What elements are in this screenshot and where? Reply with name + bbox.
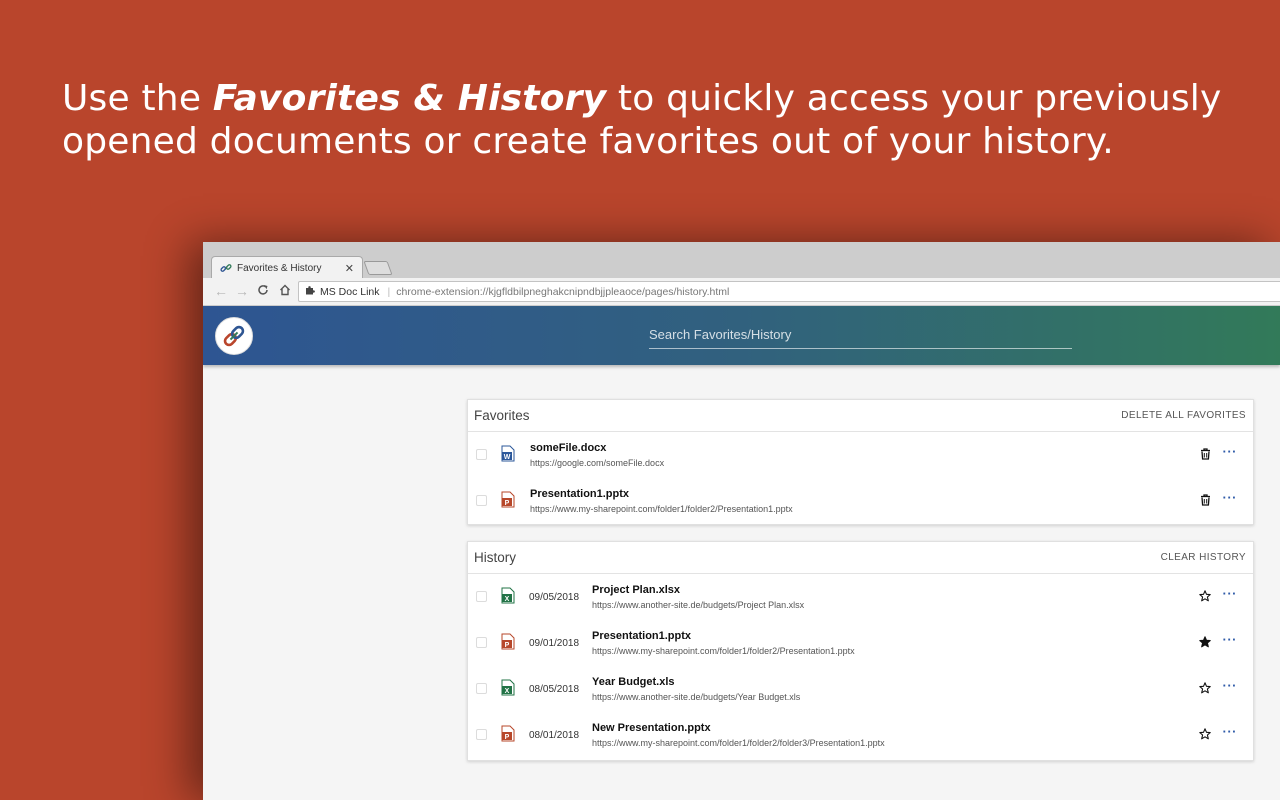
row-checkbox[interactable] (476, 495, 487, 506)
favorite-row[interactable]: P Presentation1.pptx https://www.my-shar… (468, 478, 1253, 524)
excel-file-icon: X (501, 679, 515, 696)
delete-all-favorites-button[interactable]: DELETE ALL FAVORITES (1121, 410, 1246, 421)
tab-strip: Favorites & History ✕ (203, 242, 1280, 279)
app-logo[interactable] (215, 317, 253, 355)
visit-date: 09/01/2018 (529, 638, 580, 649)
forward-arrow-icon[interactable]: → (234, 283, 250, 299)
more-options-icon[interactable]: ··· (1223, 445, 1238, 459)
home-icon[interactable] (277, 283, 293, 299)
browser-toolbar: ← → MS Doc Link | chrome-extension://kjg… (203, 278, 1280, 306)
file-name[interactable]: Presentation1.pptx (592, 630, 691, 642)
row-checkbox[interactable] (476, 449, 487, 460)
browser-window: Favorites & History ✕ ← → MS Doc Link | … (203, 242, 1280, 800)
powerpoint-file-icon: P (501, 633, 515, 650)
file-name[interactable]: New Presentation.pptx (592, 722, 711, 734)
svg-text:X: X (505, 596, 510, 603)
row-checkbox[interactable] (476, 729, 487, 740)
promo-headline: Use the Favorites & History to quickly a… (62, 77, 1242, 163)
page-url: chrome-extension://kjgfldbilpneghakcnipn… (396, 285, 730, 298)
svg-text:X: X (505, 688, 510, 695)
file-name[interactable]: Year Budget.xls (592, 676, 675, 688)
back-arrow-icon[interactable]: ← (213, 283, 229, 299)
extension-name: MS Doc Link (320, 285, 380, 298)
link-icon (220, 262, 232, 274)
svg-text:P: P (505, 734, 510, 741)
row-checkbox[interactable] (476, 637, 487, 648)
history-header: History CLEAR HISTORY (468, 542, 1253, 574)
favorite-row[interactable]: W someFile.docx https://google.com/someF… (468, 432, 1253, 478)
svg-text:P: P (505, 500, 510, 507)
file-url: https://www.my-sharepoint.com/folder1/fo… (530, 504, 793, 514)
row-checkbox[interactable] (476, 683, 487, 694)
more-options-icon[interactable]: ··· (1223, 725, 1238, 739)
row-checkbox[interactable] (476, 591, 487, 602)
new-tab-button[interactable] (363, 261, 393, 275)
file-url: https://google.com/someFile.docx (530, 458, 665, 468)
favorites-title: Favorites (474, 408, 530, 423)
favorites-header: Favorites DELETE ALL FAVORITES (468, 400, 1253, 432)
history-list: X 09/05/2018 Project Plan.xlsx https://w… (468, 574, 1253, 760)
reload-icon[interactable] (255, 283, 271, 299)
address-bar[interactable]: MS Doc Link | chrome-extension://kjgfldb… (298, 281, 1280, 302)
close-tab-icon[interactable]: ✕ (345, 262, 354, 275)
file-name[interactable]: Presentation1.pptx (530, 488, 629, 500)
file-name[interactable]: Project Plan.xlsx (592, 584, 680, 596)
more-options-icon[interactable]: ··· (1223, 491, 1238, 505)
history-row[interactable]: P 09/01/2018 Presentation1.pptx https://… (468, 620, 1253, 666)
file-url: https://www.another-site.de/budgets/Proj… (592, 600, 805, 610)
more-options-icon[interactable]: ··· (1223, 587, 1238, 601)
favorites-list: W someFile.docx https://google.com/someF… (468, 432, 1253, 524)
app-header (203, 306, 1280, 365)
search-input[interactable] (649, 320, 1072, 349)
visit-date: 08/05/2018 (529, 684, 580, 695)
excel-file-icon: X (501, 587, 515, 604)
file-url: https://www.another-site.de/budgets/Year… (592, 692, 801, 702)
trash-icon[interactable] (1197, 492, 1213, 508)
file-url: https://www.my-sharepoint.com/folder1/fo… (592, 646, 855, 656)
visit-date: 09/05/2018 (529, 592, 580, 603)
svg-text:W: W (504, 454, 511, 461)
star-outline-icon[interactable] (1197, 680, 1213, 696)
file-name[interactable]: someFile.docx (530, 442, 606, 454)
puzzle-icon (305, 285, 315, 298)
file-url: https://www.my-sharepoint.com/folder1/fo… (592, 738, 885, 748)
headline-emphasis: Favorites & History (212, 78, 607, 119)
trash-icon[interactable] (1197, 446, 1213, 462)
tab-favorites-history[interactable]: Favorites & History ✕ (211, 256, 363, 279)
star-outline-icon[interactable] (1197, 588, 1213, 604)
tab-title: Favorites & History (237, 262, 322, 274)
visit-date: 08/01/2018 (529, 730, 580, 741)
history-title: History (474, 550, 517, 565)
more-options-icon[interactable]: ··· (1223, 633, 1238, 647)
history-row[interactable]: X 08/05/2018 Year Budget.xls https://www… (468, 666, 1253, 712)
clear-history-button[interactable]: CLEAR HISTORY (1161, 552, 1246, 563)
history-row[interactable]: X 09/05/2018 Project Plan.xlsx https://w… (468, 574, 1253, 620)
star-filled-icon[interactable] (1197, 634, 1213, 650)
svg-text:P: P (505, 642, 510, 649)
star-outline-icon[interactable] (1197, 726, 1213, 742)
powerpoint-file-icon: P (501, 725, 515, 742)
word-file-icon: W (501, 445, 515, 462)
favorites-card: Favorites DELETE ALL FAVORITES W someFil… (467, 399, 1254, 525)
more-options-icon[interactable]: ··· (1223, 679, 1238, 693)
headline-prefix: Use the (62, 78, 213, 119)
powerpoint-file-icon: P (501, 491, 515, 508)
history-card: History CLEAR HISTORY X 09/05/2018 Proje… (467, 541, 1254, 761)
address-separator: | (387, 285, 391, 298)
history-row[interactable]: P 08/01/2018 New Presentation.pptx https… (468, 712, 1253, 758)
